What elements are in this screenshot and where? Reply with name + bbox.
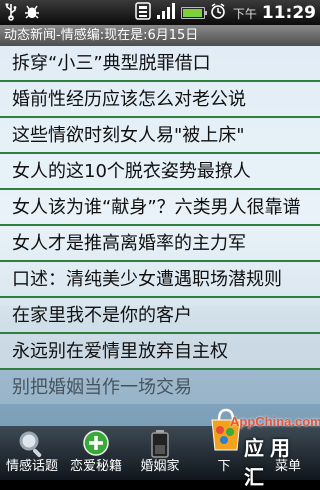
shopping-bag-icon: [211, 408, 241, 451]
status-bar: 下午 11:29: [0, 0, 320, 25]
watermark-title: 应用汇: [244, 436, 296, 489]
battery-icon: [149, 429, 171, 463]
list-item[interactable]: 拆穿“小三”典型脱罪借口: [0, 46, 320, 82]
list-item[interactable]: 女人才是推高离婚率的主力军: [0, 226, 320, 262]
list-item[interactable]: 口述：清纯美少女遭遇职场潜规则: [0, 262, 320, 298]
watermark-brand: AppChina.com: [230, 414, 320, 429]
battery-level-fill: [182, 9, 202, 17]
usb-icon: [3, 3, 19, 25]
list-item[interactable]: 这些情欲时刻女人易"被上床": [0, 118, 320, 154]
page-title: 动态新闻-情感编:现在是:6月15日: [0, 25, 320, 46]
tab-love-tips[interactable]: 恋爱秘籍: [64, 426, 128, 480]
status-ampm: 下午: [232, 6, 257, 21]
list-item[interactable]: 别把婚姻当作一场交易: [0, 370, 320, 404]
wifi-icon: [135, 2, 151, 24]
article-list-panel[interactable]: 拆穿“小三”典型脱罪借口 婚前性经历应该怎么对老公说 这些情欲时刻女人易"被上床…: [0, 46, 320, 426]
debug-icon: [23, 3, 41, 25]
list-item[interactable]: 女人该为谁“献身”？六类男人很靠谱: [0, 190, 320, 226]
list-item[interactable]: 婚前性经历应该怎么对老公说: [0, 82, 320, 118]
list-item[interactable]: 永远别在爱情里放弃自主权: [0, 334, 320, 370]
tab-emotion-topics[interactable]: 情感话题: [0, 426, 64, 480]
appchina-watermark: AppChina.com 应用汇: [206, 400, 320, 489]
status-right-icons: 下午 11:29: [135, 2, 316, 24]
list-item[interactable]: 在家里我不是你的客户: [0, 298, 320, 334]
plus-icon: [81, 429, 111, 463]
list-item[interactable]: 女人的这10个脱衣姿势最撩人: [0, 154, 320, 190]
signal-icon: [156, 2, 176, 24]
battery-icon: [180, 7, 207, 19]
magnifier-icon: [17, 429, 47, 463]
alarm-icon: [210, 2, 226, 24]
status-left-icons: [3, 3, 41, 25]
tab-marriage-family[interactable]: 婚姻家: [128, 426, 192, 480]
status-clock: 11:29: [261, 3, 316, 23]
article-list[interactable]: 拆穿“小三”典型脱罪借口 婚前性经历应该怎么对老公说 这些情欲时刻女人易"被上床…: [0, 46, 320, 404]
